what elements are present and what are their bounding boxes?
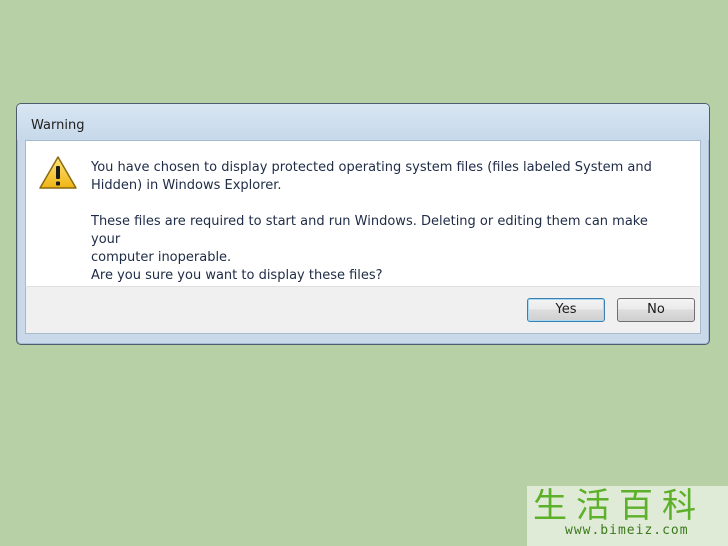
dialog-content: You have chosen to display protected ope… (25, 140, 701, 286)
message-line: Hidden) in Windows Explorer. (91, 178, 282, 193)
dialog-message: You have chosen to display protected ope… (91, 159, 681, 285)
dialog-button-bar: Yes No (25, 286, 701, 334)
message-line: computer inoperable. (91, 250, 232, 265)
warning-dialog: Warning You have chosen to display prote… (16, 103, 710, 345)
watermark-url: www.bimeiz.com (565, 523, 689, 538)
message-line: You have chosen to display protected ope… (91, 160, 652, 175)
dialog-title: Warning (31, 118, 85, 133)
site-watermark: 生活百科 www.bimeiz.com (527, 486, 728, 546)
dialog-titlebar[interactable]: Warning (17, 104, 709, 140)
no-button[interactable]: No (617, 298, 695, 322)
watermark-logo-text: 生活百科 (533, 486, 705, 526)
message-line: These files are required to start and ru… (91, 214, 648, 247)
warning-icon (39, 156, 77, 189)
message-line: Are you sure you want to display these f… (91, 268, 383, 283)
yes-button[interactable]: Yes (527, 298, 605, 322)
